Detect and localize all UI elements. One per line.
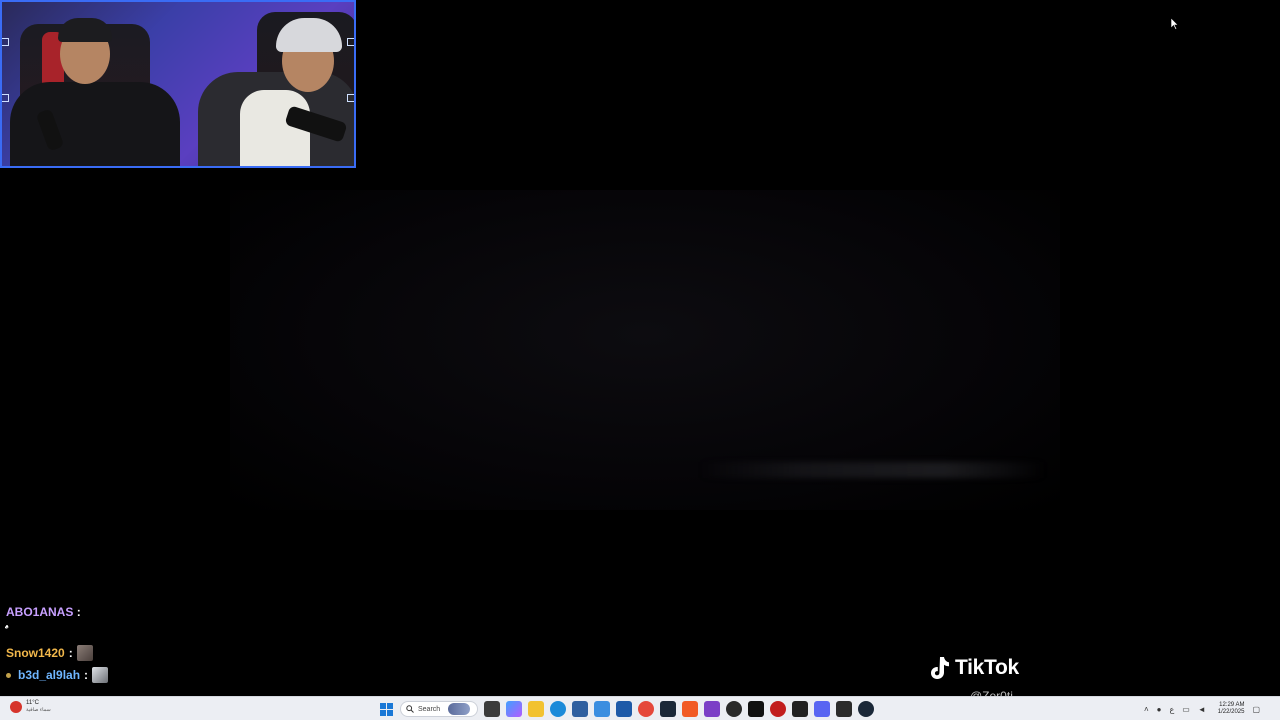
chrome-icon[interactable] — [638, 701, 654, 717]
tiktok-handle: @Zer0ti — [970, 689, 1013, 696]
steam-icon[interactable] — [660, 701, 676, 717]
windows-start-icon[interactable] — [378, 701, 394, 717]
microphone-icon[interactable]: ● — [1157, 705, 1162, 714]
chat-emote-icon — [76, 645, 93, 661]
copilot-icon[interactable] — [506, 701, 522, 717]
tiktok-brand: TikTok — [955, 656, 1019, 679]
clock-date: 1/22/2025 — [1217, 709, 1245, 715]
chat-message-2: Snow1420 : — [6, 645, 93, 661]
notifications-icon[interactable]: ▢ — [1252, 705, 1260, 714]
language-indicator[interactable]: ع — [1170, 705, 1175, 714]
weather-temperature: 11°C — [26, 700, 39, 706]
record-icon[interactable] — [770, 701, 786, 717]
chat-username: b3d_al9lah — [18, 668, 81, 682]
person-left-cap — [58, 18, 112, 42]
remote-desktop-icon[interactable] — [594, 701, 610, 717]
network-icon[interactable]: ▭ — [1182, 705, 1190, 714]
file-explorer-icon[interactable] — [528, 701, 544, 717]
chat-badge-icon — [6, 672, 11, 678]
frame-corner-icon — [347, 94, 354, 102]
weather-widget[interactable]: 11°C سماء صافية — [10, 700, 51, 714]
search-highlight-icon — [448, 703, 471, 715]
visual-studio-icon[interactable] — [704, 701, 720, 717]
epic-games-icon[interactable] — [836, 701, 852, 717]
task-view-icon[interactable] — [484, 701, 500, 717]
chat-separator: : — [76, 605, 81, 619]
edge-icon[interactable] — [550, 701, 566, 717]
chat-message-3: b3d_al9lah : — [6, 667, 109, 683]
taskbar-apps: Search — [378, 699, 874, 719]
volume-icon[interactable]: ◄ — [1198, 705, 1206, 714]
frame-corner-icon — [2, 38, 9, 46]
chat-separator: : — [84, 668, 89, 682]
frame-corner-icon — [347, 38, 354, 46]
tiktok-watermark: TikTok — [928, 656, 1019, 680]
capcut-icon[interactable] — [748, 701, 764, 717]
webcam-overlay — [0, 0, 356, 168]
chat-emote-icon — [92, 667, 109, 683]
search-label: Search — [418, 705, 441, 713]
security-icon[interactable] — [616, 701, 632, 717]
taskbar-search[interactable]: Search — [400, 701, 478, 717]
chat-message-1: ABO1ANAS : — [6, 605, 81, 619]
system-tray: ˄ ● ع ▭ ◄ 12:29 AM 1/22/2025 ▢ — [1144, 700, 1260, 718]
weather-description: سماء صافية — [26, 707, 51, 713]
clock[interactable]: 12:29 AM 1/22/2025 — [1218, 702, 1245, 716]
search-icon — [406, 705, 414, 713]
person-left-body — [10, 82, 180, 166]
discord-icon[interactable] — [814, 701, 830, 717]
frame-corner-icon — [2, 94, 9, 102]
taskbar: 11°C سماء صافية Search ˄ ● ع ▭ ◄ 12:29 A… — [0, 696, 1280, 720]
weather-icon — [10, 701, 22, 713]
clock-time: 12:29 AM — [1219, 702, 1245, 708]
weather-text: 11°C سماء صافية — [26, 700, 51, 714]
chevron-up-icon[interactable]: ˄ — [1144, 705, 1149, 714]
obs-icon[interactable] — [726, 701, 742, 717]
steam-client-icon[interactable] — [858, 701, 874, 717]
chat-username: ABO1ANAS — [6, 605, 74, 619]
vscode-icon[interactable] — [572, 701, 588, 717]
sdk-icon[interactable] — [792, 701, 808, 717]
chat-separator: : — [68, 646, 73, 660]
video-highlight — [700, 462, 1045, 478]
brave-icon[interactable] — [682, 701, 698, 717]
chat-username: Snow1420 — [6, 646, 65, 660]
tiktok-logo-icon — [931, 657, 949, 679]
